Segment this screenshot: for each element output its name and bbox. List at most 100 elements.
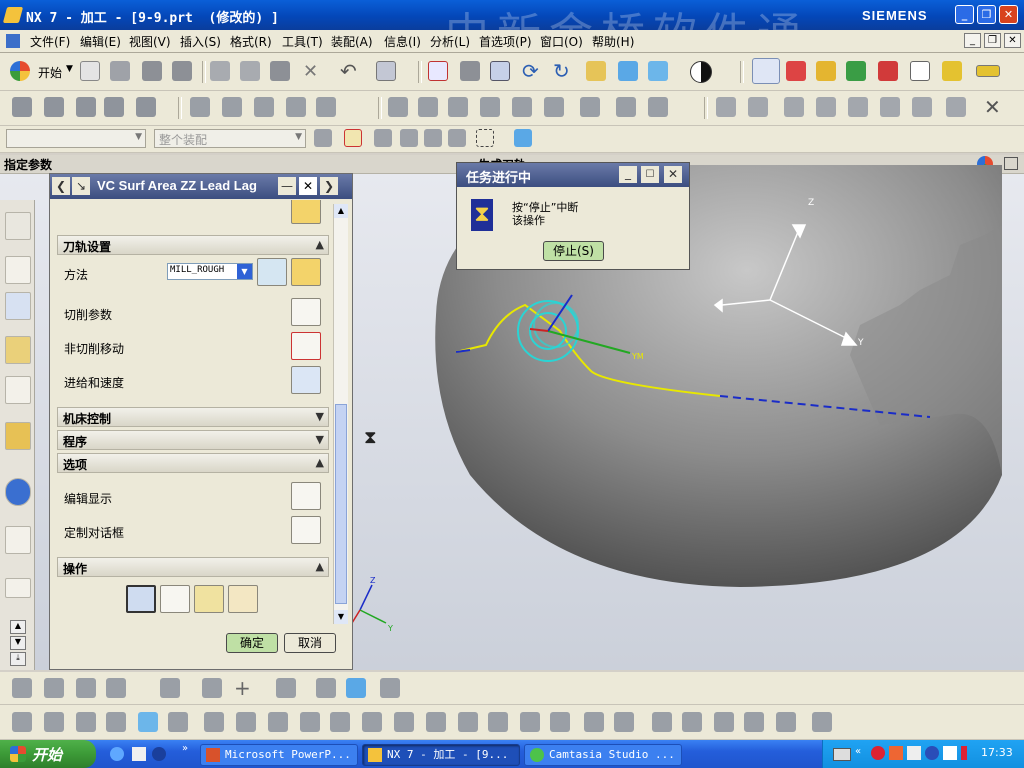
filter-icon-4[interactable] xyxy=(400,129,418,147)
cut-params-button[interactable] xyxy=(291,298,321,326)
geometry-view-icon[interactable] xyxy=(254,97,274,117)
scroll-down-button[interactable]: ▼ xyxy=(10,636,26,650)
geometry-edit-wrench-icon[interactable] xyxy=(291,200,321,224)
point-icon[interactable] xyxy=(846,61,866,81)
background-icon[interactable] xyxy=(690,61,712,83)
copy-icon[interactable] xyxy=(240,61,260,81)
scroll-down-arrow[interactable]: ▼ xyxy=(334,610,348,624)
create-geometry-icon[interactable] xyxy=(76,97,96,117)
quicklaunch-more-icon[interactable]: » xyxy=(182,743,188,754)
tool-icon-1[interactable] xyxy=(12,712,32,732)
stop-button[interactable]: 停止(S) xyxy=(543,241,604,261)
replay-button[interactable] xyxy=(160,585,190,613)
menu-help[interactable]: 帮助(H) xyxy=(592,33,634,50)
collapse-button[interactable]: — xyxy=(278,177,296,195)
menu-file[interactable]: 文件(F) xyxy=(30,33,70,50)
tray-icon-3[interactable] xyxy=(907,746,921,760)
output-cls-icon[interactable] xyxy=(580,97,600,117)
tool-icon-11[interactable] xyxy=(330,712,350,732)
select-box-icon[interactable] xyxy=(476,129,494,147)
tool-icon-6[interactable] xyxy=(168,712,188,732)
wcs-icon[interactable] xyxy=(752,58,780,84)
menu-analysis[interactable]: 分析(L) xyxy=(430,33,470,50)
assembly-filter-select[interactable]: 整个装配 ▼ xyxy=(154,129,306,148)
cube-icon[interactable] xyxy=(514,129,532,147)
feature-icon-1[interactable] xyxy=(716,97,736,117)
tray-icon-1[interactable] xyxy=(871,746,885,760)
drive-method-icon-4[interactable] xyxy=(106,678,126,698)
curve-icon[interactable] xyxy=(276,678,296,698)
tool-icon-16[interactable] xyxy=(488,712,508,732)
resource-operation-navigator-icon[interactable] xyxy=(5,292,31,320)
feature-icon-7[interactable] xyxy=(912,97,932,117)
task-powerpoint[interactable]: Microsoft PowerP... xyxy=(200,744,358,766)
filter-icon-3[interactable] xyxy=(374,129,392,147)
type-filter-select[interactable]: ▼ xyxy=(6,129,146,148)
snap-icon[interactable] xyxy=(816,61,836,81)
tool-icon-10[interactable] xyxy=(300,712,320,732)
tool-icon-2[interactable] xyxy=(44,712,64,732)
generate-button[interactable] xyxy=(126,585,156,613)
tool-icon-18[interactable] xyxy=(550,712,570,732)
tray-icon-2[interactable] xyxy=(889,746,903,760)
tool-icon-5[interactable] xyxy=(138,712,158,732)
nav-forward-button[interactable]: ❯ xyxy=(320,177,338,195)
edit-display-button[interactable] xyxy=(291,482,321,510)
method-select[interactable]: MILL_ROUGH ▼ xyxy=(167,263,253,280)
refresh-icon[interactable]: ↻ xyxy=(553,59,570,83)
tool-icon-20[interactable] xyxy=(614,712,634,732)
zoom-icon[interactable] xyxy=(460,61,480,81)
tool-icon-9[interactable] xyxy=(268,712,288,732)
cancel-button[interactable]: 取消 xyxy=(284,633,336,653)
tool-icon-8[interactable] xyxy=(236,712,256,732)
filter-icon-5[interactable] xyxy=(424,129,442,147)
start-menu-button[interactable]: 开始 xyxy=(38,64,62,81)
tray-icon-5[interactable] xyxy=(943,746,957,760)
resource-history-icon[interactable] xyxy=(5,526,31,554)
new-file-icon[interactable] xyxy=(80,61,100,81)
close-toolbar-icon[interactable]: ✕ xyxy=(984,95,1001,119)
tool-icon-3[interactable] xyxy=(76,712,96,732)
report-icon[interactable] xyxy=(648,97,668,117)
shading-icon[interactable] xyxy=(618,61,638,81)
filter-icon-2[interactable] xyxy=(344,129,362,147)
menu-preferences[interactable]: 首选项(P) xyxy=(479,33,532,50)
create-program-icon[interactable] xyxy=(12,97,32,117)
quicklaunch-media-icon[interactable] xyxy=(152,747,166,761)
progress-close-button[interactable]: ✕ xyxy=(664,166,682,183)
machining-method-view-icon[interactable] xyxy=(286,97,306,117)
drive-method-icon-3[interactable] xyxy=(76,678,96,698)
shop-doc-icon[interactable] xyxy=(544,97,564,117)
drive-method-icon-2[interactable] xyxy=(44,678,64,698)
tool-icon-21[interactable] xyxy=(652,712,672,732)
tool-icon-25[interactable] xyxy=(776,712,796,732)
program-order-icon[interactable] xyxy=(190,97,210,117)
feature-icon-8[interactable] xyxy=(946,97,966,117)
filter-icon-1[interactable] xyxy=(314,129,332,147)
quicklaunch-app-icon[interactable] xyxy=(132,747,146,761)
rotate-icon[interactable]: ⟳ xyxy=(522,59,539,83)
fit-view-icon[interactable] xyxy=(428,61,448,81)
menu-edit[interactable]: 编辑(E) xyxy=(80,33,121,50)
tool-icon-4[interactable] xyxy=(106,712,126,732)
transform-icon[interactable] xyxy=(160,678,180,698)
delete-operation-icon[interactable] xyxy=(316,97,336,117)
clsf-icon[interactable] xyxy=(616,97,636,117)
menu-format[interactable]: 格式(R) xyxy=(230,33,272,50)
start-dropdown-icon[interactable]: ▼ xyxy=(66,64,73,74)
feature-icon-4[interactable] xyxy=(816,97,836,117)
paste-icon[interactable] xyxy=(270,61,290,81)
edit-method-wrench-icon[interactable] xyxy=(291,258,321,286)
tool-icon-12[interactable] xyxy=(362,712,382,732)
mdi-close-button[interactable]: ✕ xyxy=(1004,33,1021,48)
chain-icon[interactable] xyxy=(202,678,222,698)
task-nx[interactable]: NX 7 - 加工 - [9... xyxy=(362,744,520,766)
postprocess-icon[interactable] xyxy=(512,97,532,117)
save-icon[interactable] xyxy=(142,61,162,81)
new-method-icon[interactable] xyxy=(257,258,287,286)
resource-machine-tool-navigator-icon[interactable] xyxy=(5,336,31,364)
plane-icon[interactable] xyxy=(316,678,336,698)
minimize-button[interactable]: _ xyxy=(955,5,974,24)
verify-toolpath-icon[interactable] xyxy=(448,97,468,117)
mdi-restore-button[interactable]: ❐ xyxy=(984,33,1001,48)
